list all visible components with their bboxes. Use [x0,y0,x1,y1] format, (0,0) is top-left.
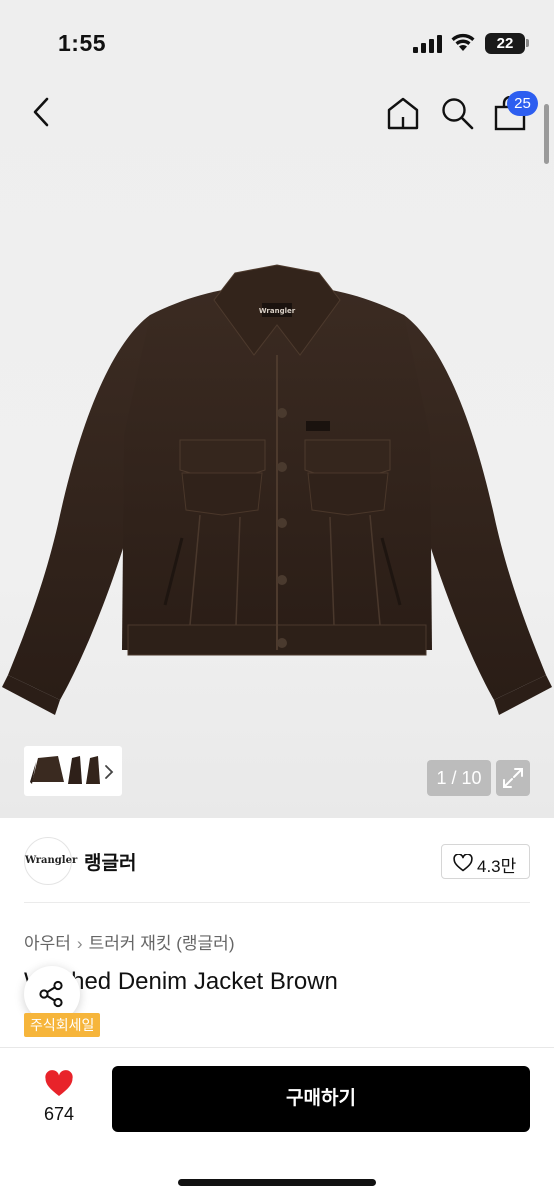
heart-filled-icon[interactable] [44,1070,74,1098]
share-icon [39,980,63,1008]
chevron-right-icon: › [76,934,83,953]
breadcrumb-subcategory[interactable]: 트러커 재킷 (랭글러) [89,929,235,954]
divider [24,902,530,903]
breadcrumb: 아우터 › 트러커 재킷 (랭글러) [24,929,234,954]
expand-icon [503,768,523,788]
status-time: 1:55 [58,30,107,56]
product-image: Wrangler [2,264,552,715]
back-icon[interactable] [26,95,58,129]
jacket-label: Wrangler [259,307,296,315]
signal-icon [413,35,442,53]
heart-outline-icon [453,854,473,872]
home-icon[interactable] [385,95,421,131]
buy-button[interactable]: 구매하기 [112,1066,530,1132]
battery-cap [526,39,529,47]
scrollbar[interactable] [544,104,549,164]
brand-name[interactable]: 랭글러 [84,848,136,875]
image-pager: 1 / 10 [427,760,491,796]
battery-indicator: 22 [485,33,525,54]
status-bar: 1:55 22 [0,0,554,88]
wish-count: 674 [43,1104,75,1124]
breadcrumb-category[interactable]: 아우터 [24,929,71,954]
brand-like-button[interactable]: 4.3만 [441,844,530,879]
brand-like-count: 4.3만 [477,857,517,876]
brand-logo[interactable]: Wrangler [24,837,77,885]
cart-count-badge: 25 [507,91,538,116]
chevron-right-icon[interactable] [104,764,114,780]
expand-button[interactable] [496,760,530,796]
home-indicator [178,1179,376,1186]
search-icon[interactable] [439,95,475,131]
sale-badge: 주식회세일 [24,1013,101,1037]
thumbnail-images [30,756,100,784]
wifi-icon [451,33,475,51]
